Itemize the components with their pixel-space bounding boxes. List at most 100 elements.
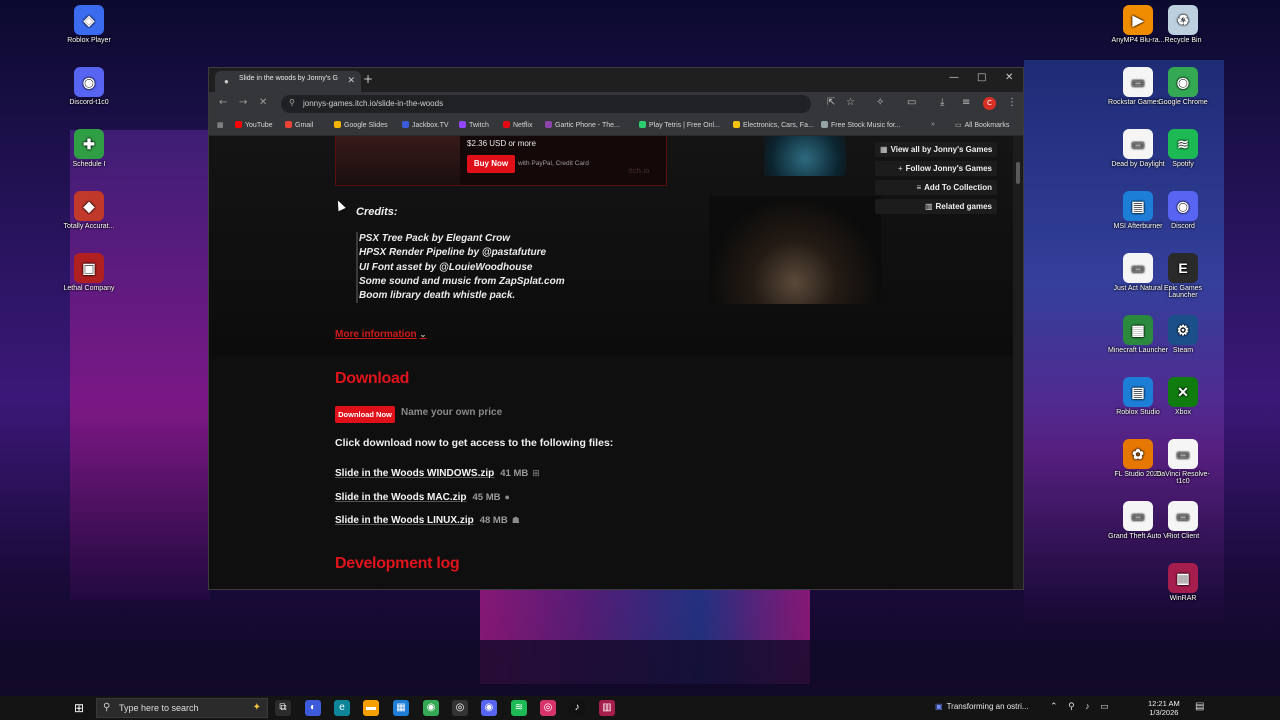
battery-icon[interactable]: ▭: [1100, 701, 1113, 711]
browser-toolbar: ← → ✕ ⚲ jonnys-games.itch.io/slide-in-th…: [209, 92, 1023, 116]
screenshot-thumbnail-1[interactable]: [764, 136, 846, 176]
more-information-toggle[interactable]: More information ⌄: [335, 329, 426, 340]
bookmark-item[interactable]: Jackbox.TV: [402, 121, 449, 129]
bookmark-item[interactable]: YouTube: [235, 121, 273, 129]
tiktok-icon[interactable]: ♪: [569, 700, 585, 716]
spotify-icon[interactable]: ≋: [511, 700, 527, 716]
edge-icon[interactable]: e: [334, 700, 350, 716]
desktop-icon[interactable]: ◉ Discord: [1153, 191, 1213, 230]
bookmark-item[interactable]: Free Stock Music for...: [821, 121, 901, 129]
forward-icon[interactable]: →: [239, 97, 247, 108]
desktop-icon[interactable]: ⚙ Steam: [1153, 315, 1213, 354]
scrollbar-thumb[interactable]: [1016, 162, 1020, 184]
notifications-icon[interactable]: ▤: [1195, 701, 1204, 712]
action-button[interactable]: + Follow Jonny's Games: [875, 161, 997, 176]
chevron-down-icon: ⌄: [419, 330, 427, 339]
apps-grid-icon[interactable]: ▦: [217, 121, 224, 129]
github-icon[interactable]: ◎: [452, 700, 468, 716]
bookmark-star-icon[interactable]: ☆: [846, 97, 855, 108]
copilot-icon[interactable]: ◐: [305, 700, 321, 716]
all-bookmarks[interactable]: ▭ All Bookmarks: [955, 121, 1009, 129]
desktop-icon[interactable]: ▭ DaVinci Resolve-t1c0: [1153, 439, 1213, 485]
file-name-link[interactable]: Slide in the Woods MAC.zip: [335, 492, 466, 503]
desktop-app-icon: ▦: [1123, 315, 1153, 345]
desktop-icon[interactable]: ◉ Discord-t1c0: [59, 67, 119, 106]
download-now-button[interactable]: Download Now: [335, 406, 395, 423]
news-text: Transforming an ostri...: [946, 702, 1029, 711]
desktop-icon[interactable]: ✕ Xbox: [1153, 377, 1213, 416]
credit-line: Boom library death whistle pack.: [359, 290, 516, 302]
tab-slide-in-the-woods[interactable]: ● Slide in the woods by Jonny's G ✕: [215, 71, 361, 92]
task-view-icon[interactable]: ⧉: [275, 700, 291, 716]
site-info-icon[interactable]: ⚲: [289, 98, 295, 107]
tab-close-icon[interactable]: ✕: [347, 75, 355, 86]
close-window-icon[interactable]: ✕: [1005, 72, 1013, 83]
bookmarks-overflow-icon[interactable]: »: [931, 121, 935, 128]
winrar-icon[interactable]: ▥: [599, 700, 615, 716]
clock-date: 1/3/2026: [1149, 708, 1179, 717]
desktop-icon[interactable]: ≋ Spotify: [1153, 129, 1213, 168]
desktop-icon-label: Epic Games Launcher: [1163, 285, 1203, 299]
download-file-list: Slide in the Woods WINDOWS.zip 41 MB ⊞ Slid…: [335, 463, 540, 534]
bookmark-item[interactable]: Electronics, Cars, Fa...: [733, 121, 814, 129]
profile-avatar[interactable]: C: [983, 97, 996, 110]
desktop-icon[interactable]: ▣ Lethal Company: [59, 253, 119, 292]
stop-loading-icon[interactable]: ✕: [259, 97, 267, 108]
news-widget[interactable]: ▣ Transforming an ostri...: [935, 702, 1029, 711]
desktop-icon-label: Spotify: [1172, 161, 1194, 168]
desktop-icon[interactable]: ▭ Riot Client: [1153, 501, 1213, 540]
file-size: 48 MB: [479, 515, 508, 526]
bookmark-item[interactable]: Twitch: [459, 121, 489, 129]
bookmark-item[interactable]: Play Tetris | Free Onl...: [639, 121, 720, 129]
chrome-icon[interactable]: ◉: [423, 700, 439, 716]
bookmark-item[interactable]: Gartic Phone - The...: [545, 121, 620, 129]
bookmark-item[interactable]: Gmail: [285, 121, 313, 129]
volume-icon[interactable]: ♪: [1085, 701, 1094, 711]
media-icon[interactable]: ≡: [962, 97, 970, 108]
bookmark-item[interactable]: Netflix: [503, 121, 532, 129]
file-name-link[interactable]: Slide in the Woods WINDOWS.zip: [335, 468, 494, 479]
side-panel-icon[interactable]: ▭: [907, 97, 916, 108]
store-icon[interactable]: ▦: [393, 700, 409, 716]
devlog-heading: Development log: [335, 555, 460, 572]
action-button[interactable]: ▥ Related games: [875, 199, 997, 214]
file-name-link[interactable]: Slide in the Woods LINUX.zip: [335, 515, 474, 526]
screenshot-thumbnail-2[interactable]: [709, 196, 881, 304]
tray-overflow-icon[interactable]: ⌃: [1050, 701, 1062, 711]
desktop-icon-label: Schedule I: [72, 161, 106, 168]
action-button[interactable]: ▦ View all by Jonny's Games: [875, 142, 997, 157]
instagram-icon[interactable]: ◎: [540, 700, 556, 716]
maximize-icon[interactable]: □: [977, 72, 986, 83]
extensions-icon[interactable]: ✧: [876, 97, 884, 108]
desktop-app-icon: ≋: [1168, 129, 1198, 159]
new-tab-icon[interactable]: +: [363, 72, 373, 86]
downloads-icon[interactable]: ⤓: [940, 97, 944, 108]
file-size: 41 MB: [500, 468, 529, 479]
clock[interactable]: 12:21 AM 1/3/2026: [1148, 699, 1180, 717]
desktop-icon[interactable]: ◈ Roblox Player: [59, 5, 119, 44]
menu-kebab-icon[interactable]: ⋮: [1007, 97, 1017, 108]
address-bar[interactable]: ⚲ jonnys-games.itch.io/slide-in-the-wood…: [281, 95, 811, 113]
desktop-icon[interactable]: ✚ Schedule I: [59, 129, 119, 168]
buy-now-button[interactable]: Buy Now: [467, 155, 515, 173]
desktop-icon[interactable]: ◆ Totally Accurat...: [59, 191, 119, 230]
network-icon[interactable]: ⚲: [1068, 701, 1079, 711]
windows-start-icon[interactable]: ⊞: [74, 701, 84, 715]
desktop-icon[interactable]: ◉ Google Chrome: [1153, 67, 1213, 106]
minimize-icon[interactable]: —: [949, 72, 959, 83]
back-icon[interactable]: ←: [219, 97, 227, 108]
wallpaper-street: [0, 640, 1280, 696]
bookmark-item[interactable]: Google Slides: [334, 121, 388, 129]
action-button[interactable]: ≡ Add To Collection: [875, 180, 997, 195]
taskbar-search[interactable]: ⚲ Type here to search ✦: [96, 698, 268, 718]
desktop-icon[interactable]: ▥ WinRAR: [1153, 563, 1213, 602]
desktop-icon-label: Steam: [1172, 347, 1194, 354]
desktop-icon[interactable]: ♻ Recycle Bin: [1153, 5, 1213, 44]
file-explorer-icon[interactable]: ▬: [363, 700, 379, 716]
system-tray[interactable]: ⌃ ⚲ ♪ ▭: [1050, 701, 1113, 712]
discord-icon[interactable]: ◉: [481, 700, 497, 716]
install-app-icon[interactable]: ⇱: [827, 97, 835, 108]
page-scrollbar[interactable]: [1013, 136, 1023, 589]
bookmark-label: YouTube: [245, 122, 273, 129]
desktop-icon[interactable]: E Epic Games Launcher: [1153, 253, 1213, 299]
